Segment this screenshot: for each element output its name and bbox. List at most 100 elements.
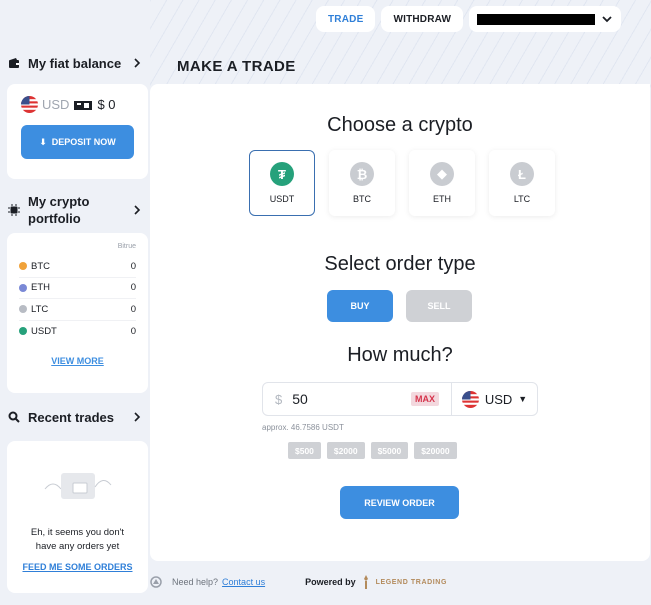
wallet-icon: [9, 58, 19, 68]
sell-button[interactable]: SELL: [406, 290, 472, 322]
btc-icon: ₿: [350, 162, 374, 186]
portfolio-list: BTC 0 ETH 0 LTC 0 USDT 0: [19, 256, 136, 342]
recent-trades-empty-text: Eh, it seems you don't have any orders y…: [15, 526, 140, 554]
portfolio-coin: ETH: [19, 282, 50, 293]
powered-by-label: Powered by: [305, 577, 356, 587]
currency-select[interactable]: USD ▼: [451, 383, 537, 415]
redacted-account-name: [477, 13, 596, 25]
contact-us-link[interactable]: Contact us: [222, 577, 265, 587]
portfolio-coin: USDT: [19, 326, 57, 337]
max-button[interactable]: MAX: [411, 392, 439, 406]
portfolio-row-ltc: LTC 0: [19, 299, 136, 321]
preset-amount-button[interactable]: $20000: [414, 442, 457, 459]
usdt-icon: ₮: [270, 162, 294, 186]
caret-down-icon: ▼: [518, 394, 528, 404]
empty-line-2: have any orders yet: [35, 541, 120, 552]
fiat-balance-header[interactable]: My fiat balance: [0, 42, 150, 84]
portfolio-row-eth: ETH 0: [19, 278, 136, 299]
portfolio-row-btc: BTC 0: [19, 256, 136, 278]
eth-icon: ◆: [430, 162, 454, 186]
search-icon: [8, 411, 20, 423]
account-dropdown[interactable]: [469, 6, 622, 32]
eth-icon: [19, 283, 27, 292]
usdt-icon: [19, 327, 27, 336]
empty-wallet-illustration: [44, 473, 111, 499]
portfolio-title-line2: portfolio: [28, 211, 81, 226]
dollar-symbol: $: [275, 391, 283, 407]
preset-amount-button[interactable]: $5000: [370, 442, 409, 459]
recent-trades-card: Eh, it seems you don't have any orders y…: [7, 441, 148, 593]
portfolio-title-line1: My crypto: [28, 194, 90, 209]
ltc-icon: Ł: [510, 162, 534, 186]
buy-button[interactable]: BUY: [327, 290, 393, 322]
coin-symbol: BTC: [31, 260, 50, 272]
btc-icon: [19, 262, 27, 271]
choose-crypto-title: Choose a crypto: [327, 114, 473, 136]
coin-symbol: LTC: [31, 303, 49, 315]
amount-input-group: $ 50 MAX USD ▼: [262, 382, 538, 416]
chip-icon: [8, 204, 20, 216]
order-type-buttons: BUY SELL: [327, 290, 472, 322]
fiat-amount: $ 0: [97, 97, 116, 112]
deposit-now-button[interactable]: ⬇ DEPOSIT NOW: [21, 125, 134, 159]
recent-trades-title: Recent trades: [28, 409, 114, 425]
coin-label: BTC: [353, 194, 371, 204]
help-text: Need help?: [172, 577, 219, 587]
us-flag-icon: [461, 390, 479, 408]
brand-name: LEGEND TRADING: [375, 578, 447, 586]
coin-label: ETH: [433, 194, 451, 204]
footer: Need help? Contact us Powered by LEGEND …: [150, 575, 650, 589]
amount-value: 50: [292, 391, 308, 407]
us-flag-icon: [21, 96, 38, 113]
top-nav: TRADE WITHDRAW: [316, 6, 622, 32]
coin-symbol: ETH: [31, 282, 50, 294]
portfolio-row-usdt: USDT 0: [19, 321, 136, 343]
currency-value: USD: [484, 391, 513, 407]
coin-option-ltc[interactable]: Ł LTC: [489, 150, 555, 216]
fiat-currency: USD: [42, 97, 70, 112]
help-icon: [150, 576, 162, 588]
coin-amount: 0: [130, 260, 136, 272]
portfolio-coin: BTC: [19, 261, 50, 272]
coin-label: USDT: [269, 194, 295, 204]
portfolio-card: Bitrue BTC 0 ETH 0 LTC 0 USDT 0 VIEW MORE: [7, 233, 148, 393]
coin-label: LTC: [513, 194, 531, 204]
coin-option-btc[interactable]: ₿ BTC: [329, 150, 395, 216]
crypto-selector: ₮ USDT ₿ BTC ◆ ETH Ł LTC: [249, 150, 555, 216]
cash-icon: [74, 100, 93, 110]
order-type-title: Select order type: [324, 253, 476, 275]
how-much-title: How much?: [347, 344, 453, 366]
download-icon: ⬇: [39, 136, 47, 147]
recent-trades-header[interactable]: Recent trades: [0, 393, 150, 441]
page-title: MAKE A TRADE: [177, 58, 296, 75]
approx-conversion: approx. 46.7586 USDT: [262, 423, 344, 432]
coin-amount: 0: [130, 325, 136, 337]
coin-option-usdt[interactable]: ₮ USDT: [249, 150, 315, 216]
portfolio-source: Bitrue: [117, 243, 136, 250]
view-more-link[interactable]: VIEW MORE: [19, 356, 136, 366]
nav-withdraw[interactable]: WITHDRAW: [381, 6, 464, 32]
nav-trade[interactable]: TRADE: [316, 6, 376, 32]
trade-panel: Choose a crypto ₮ USDT ₿ BTC ◆ ETH Ł LTC Select…: [150, 84, 650, 561]
feed-orders-link[interactable]: FEED ME SOME ORDERS: [15, 562, 140, 572]
coin-symbol: USDT: [31, 325, 57, 337]
chevron-right-icon: [134, 205, 141, 215]
coin-amount: 0: [130, 282, 136, 294]
amount-field[interactable]: $ 50 MAX: [263, 383, 451, 415]
ltc-icon: [19, 305, 27, 314]
preset-amount-button[interactable]: $500: [288, 442, 321, 459]
fiat-balance-card: USD $ 0 ⬇ DEPOSIT NOW: [7, 84, 148, 179]
amount-presets: $500 $2000 $5000 $20000: [288, 442, 457, 459]
fiat-balance-title: My fiat balance: [28, 55, 122, 71]
deposit-label: DEPOSIT NOW: [51, 137, 116, 147]
crypto-portfolio-header[interactable]: My crypto portfolio: [0, 187, 150, 233]
preset-amount-button[interactable]: $2000: [326, 442, 365, 459]
review-order-button[interactable]: REVIEW ORDER: [340, 486, 459, 519]
chevron-right-icon: [134, 412, 141, 422]
help-section: Need help?: [150, 576, 218, 588]
sidebar: My fiat balance USD $ 0 ⬇ DEPOSIT NOW My…: [0, 42, 150, 593]
empty-line-1: Eh, it seems you don't: [30, 527, 125, 538]
chevron-down-icon: [602, 16, 612, 23]
legend-trading-logo-icon: [363, 575, 368, 589]
coin-option-eth[interactable]: ◆ ETH: [409, 150, 475, 216]
